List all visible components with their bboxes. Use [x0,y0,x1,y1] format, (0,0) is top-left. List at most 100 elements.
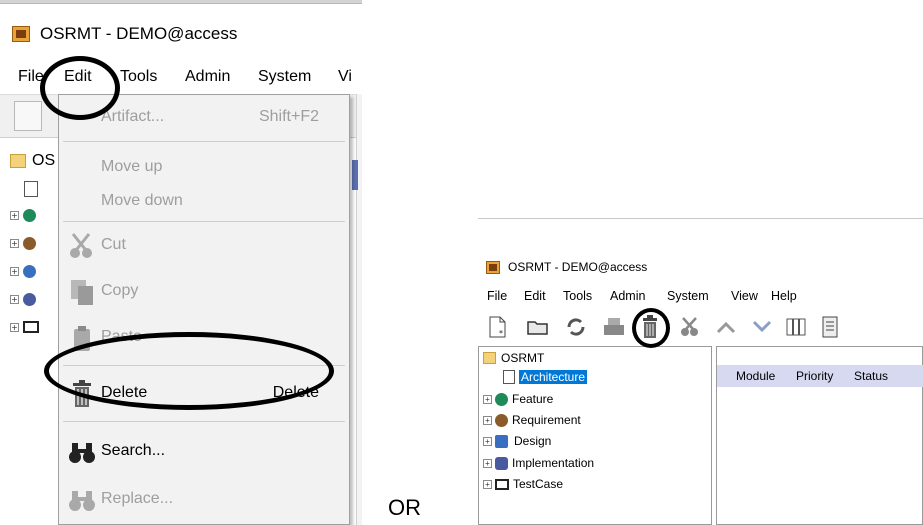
globe-icon [495,392,508,406]
tree-item[interactable] [24,178,38,200]
menu-item-label: Cut [101,236,126,253]
columns-button[interactable] [784,315,808,339]
tree-root[interactable]: OSRMT [483,348,544,368]
computer-icon [495,478,509,490]
tree-item-testcase[interactable]: + TestCase [483,474,563,494]
menu-edit[interactable]: Edit [524,289,546,303]
expand-icon[interactable]: + [483,479,492,489]
menu-tools[interactable]: Tools [120,68,157,86]
tree-root-label: OSRMT [501,351,545,365]
expand-icon[interactable]: + [10,294,19,304]
tree-item[interactable]: + [10,232,36,254]
expand-icon[interactable]: + [483,458,492,468]
menu-separator [63,141,345,142]
tree-item-label: Feature [512,392,554,406]
delete-item-highlight-ellipse [44,332,334,410]
window-title: OSRMT - DEMO@access [508,260,648,274]
new-artifact-button[interactable]: * [486,315,510,339]
tree-root[interactable]: OS [10,150,55,172]
print-button[interactable] [602,315,626,339]
expand-icon[interactable]: + [483,394,492,404]
menu-help[interactable]: Help [771,289,797,303]
menu-admin[interactable]: Admin [610,289,645,303]
tree-panel: OSRMT Architecture + Feature + Requireme… [478,346,712,525]
document-icon [24,181,38,197]
folder-open-icon [527,321,548,335]
tree-item[interactable]: + [10,260,36,282]
menu-item-replace[interactable]: Replace... [59,479,349,521]
column-header-module[interactable]: Module [736,369,775,383]
tree-item[interactable]: + [10,288,36,310]
menu-bar: File Edit Tools Admin System View Help [478,289,923,309]
window-top-border [0,0,362,4]
menu-item-move-down[interactable]: Move down [59,181,349,223]
form-button[interactable] [818,315,842,339]
title-bar: OSRMT - DEMO@access [486,258,647,276]
right-screenshot: OSRMT - DEMO@access File Edit Tools Admi… [478,218,923,525]
tree-item-feature[interactable]: + Feature [483,389,553,409]
content-panel-edge [356,94,362,525]
menu-tools[interactable]: Tools [563,289,592,303]
expand-icon[interactable]: + [10,322,19,332]
menu-item-label: Move up [101,158,163,175]
computer-icon [23,321,39,333]
folder-icon [483,352,496,364]
leaf-icon [23,236,36,250]
implementation-icon [23,292,36,306]
menu-file[interactable]: File [487,289,507,303]
menu-system[interactable]: System [667,289,709,303]
document-icon [503,370,515,384]
expand-icon[interactable]: + [10,266,19,276]
cut-button[interactable] [678,315,702,339]
tree-item-design[interactable]: + Design [483,431,551,451]
left-screenshot: OSRMT - DEMO@access File Edit Tools Admi… [0,0,362,525]
expand-icon[interactable]: + [10,210,19,220]
menu-item-copy[interactable]: Copy [59,271,349,313]
chevron-down-icon [752,320,772,333]
expand-icon[interactable]: + [483,436,492,446]
svg-text:*: * [499,329,503,338]
tree-root-label: OS [32,152,56,169]
delete-button-highlight-circle [632,308,670,348]
scissors-icon [67,231,97,261]
selection-edge [352,160,358,190]
edit-menu-dropdown: Artifact... Shift+F2 Move up Move down C… [58,94,350,525]
tree-item[interactable]: + [10,204,36,226]
menu-admin[interactable]: Admin [185,68,230,86]
menu-item-label: Copy [101,282,139,299]
new-document-icon: * [489,316,506,338]
column-header-status[interactable]: Status [854,369,888,383]
move-down-button[interactable] [750,315,774,339]
artifact-table: Module Priority Status [716,346,923,525]
menu-item-shortcut: Shift+F2 [258,108,319,125]
refresh-icon [567,318,585,336]
new-artifact-button[interactable] [14,101,42,131]
column-header-priority[interactable]: Priority [796,369,833,383]
tree-item-implementation[interactable]: + Implementation [483,453,594,473]
implementation-icon [495,456,508,470]
tree-item-label: Requirement [512,413,581,427]
scissors-icon [681,317,698,336]
menu-view[interactable]: View [731,289,758,303]
app-icon [486,260,500,274]
tree-item-architecture[interactable]: Architecture [503,367,588,387]
printer-icon [604,318,624,335]
tree-item-requirement[interactable]: + Requirement [483,410,581,430]
edit-menu-highlight-circle [40,56,120,120]
menu-item-label: Move down [101,192,183,209]
move-up-button[interactable] [714,315,738,339]
title-bar: OSRMT - DEMO@access [12,22,237,46]
expand-icon[interactable]: + [483,415,492,425]
menu-item-cut[interactable]: Cut [59,225,349,267]
expand-icon[interactable]: + [10,238,19,248]
refresh-button[interactable] [564,315,588,339]
toolbar: * [478,311,923,345]
menu-item-search[interactable]: Search... [59,431,349,473]
app-icon [12,26,30,42]
leaf-icon [495,413,508,427]
menu-system[interactable]: System [258,68,311,86]
menu-view[interactable]: Vi [338,68,352,86]
open-button[interactable] [526,315,550,339]
menu-separator [63,221,345,222]
tree-item[interactable]: + [10,316,39,338]
